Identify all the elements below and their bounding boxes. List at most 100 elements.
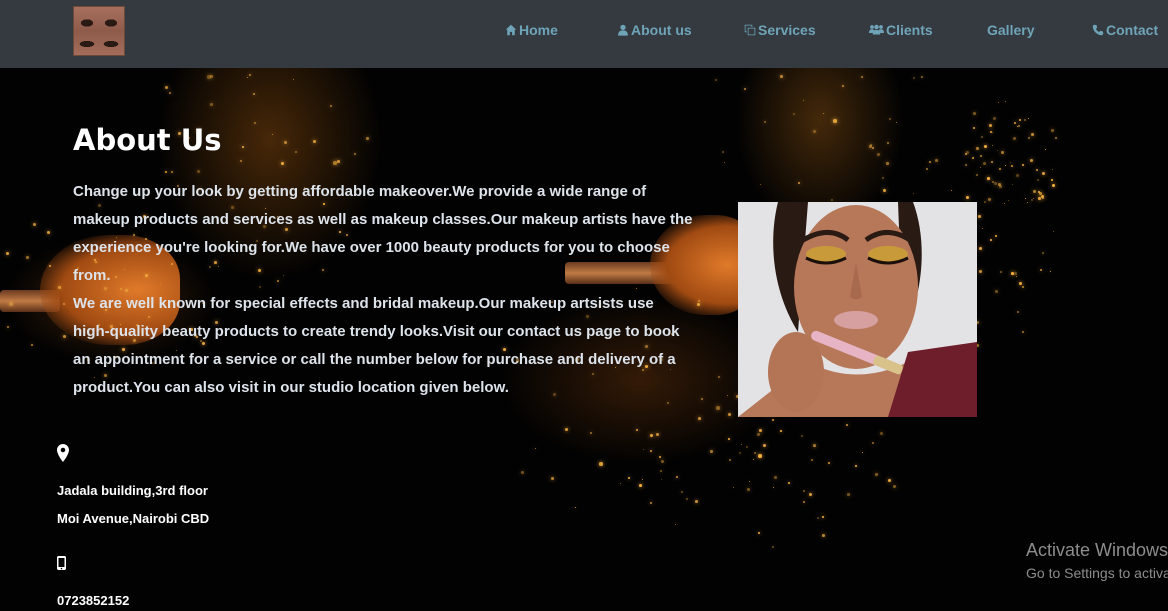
- sparkle-dot: [998, 183, 1001, 186]
- sparkle-dot: [240, 160, 242, 162]
- nav-clients[interactable]: Clients: [869, 22, 933, 38]
- sparkle-dot: [643, 449, 645, 451]
- sparkle-dot: [1017, 311, 1020, 314]
- sparkle-dot: [882, 177, 884, 179]
- sparkle-dot: [728, 438, 730, 440]
- sparkle-dot: [366, 137, 369, 140]
- sparkle-dot: [333, 161, 337, 165]
- sparkle-dot: [739, 452, 742, 455]
- sparkle-dot: [33, 223, 37, 227]
- sparkle-dot: [661, 479, 663, 481]
- sparkle-dot: [929, 161, 932, 164]
- sparkle-dot: [659, 456, 662, 459]
- sparkle-dot: [998, 102, 1000, 104]
- sparkle-dot: [681, 491, 683, 493]
- sparkle-dot: [254, 122, 256, 124]
- sparkle-dot: [889, 118, 891, 120]
- sparkle-dot: [667, 402, 670, 405]
- sparkle-dot: [695, 500, 699, 504]
- nav-about-us-label: About us: [631, 22, 692, 38]
- sparkle-dot: [990, 131, 992, 133]
- activate-windows-subtitle: Go to Settings to activate Windows.: [1026, 565, 1168, 581]
- sparkle-dot: [811, 459, 813, 461]
- sparkle-dot: [741, 444, 743, 446]
- sparkle-dot: [1018, 125, 1021, 128]
- sparkle-dot: [675, 524, 677, 526]
- sparkle-dot: [886, 162, 889, 165]
- model-illustration: [738, 202, 977, 417]
- sparkle-dot: [772, 419, 775, 422]
- sparkle-dot: [354, 153, 356, 155]
- sparkle-dot: [870, 144, 872, 146]
- sparkle-dot: [660, 470, 662, 472]
- nav-contact[interactable]: Contact: [1092, 22, 1158, 38]
- sparkle-dot: [746, 446, 749, 449]
- sparkle-dot: [861, 76, 863, 78]
- sparkle-dot: [803, 490, 805, 492]
- mobile-phone-icon: [57, 556, 66, 575]
- phone-number: 0723852152: [57, 593, 130, 608]
- sparkle-dot: [293, 79, 295, 81]
- sparkle-dot: [650, 502, 652, 504]
- sparkle-dot: [628, 477, 631, 480]
- sparkle-dot: [1037, 179, 1040, 182]
- sparkle-dot: [823, 113, 825, 115]
- sparkle-dot: [337, 160, 340, 163]
- sparkle-dot: [599, 462, 603, 466]
- sparkle-dot: [1036, 169, 1038, 171]
- sparkle-dot: [992, 132, 994, 134]
- about-paragraph-2: We are well known for special effects an…: [73, 295, 680, 396]
- sparkle-dot: [551, 477, 554, 480]
- nav-services[interactable]: Services: [744, 22, 816, 38]
- sparkle-dot: [887, 142, 890, 145]
- sparkle-dot: [809, 493, 812, 496]
- sparkle-dot: [991, 161, 993, 163]
- sparkle-dot: [833, 119, 837, 123]
- sparkle-dot: [993, 117, 996, 120]
- sparkle-dot: [313, 140, 316, 143]
- sparkle-dot: [763, 444, 767, 448]
- sparkle-dot: [63, 303, 65, 305]
- nav-contact-label: Contact: [1106, 22, 1159, 38]
- sparkle-dot: [1031, 199, 1034, 202]
- nav-home[interactable]: Home: [505, 22, 558, 38]
- nav-about-us[interactable]: About us: [617, 22, 692, 38]
- sparkle-dot: [26, 256, 30, 260]
- sparkle-dot: [817, 517, 819, 519]
- sparkle-dot: [727, 395, 729, 397]
- sparkle-dot: [281, 162, 285, 166]
- sparkle-dot: [1016, 174, 1020, 178]
- sparkle-dot: [831, 199, 833, 201]
- sparkle-dot: [1042, 252, 1044, 254]
- sparkle-dot: [973, 112, 976, 115]
- sparkle-dot: [759, 429, 762, 432]
- sparkle-dot: [822, 534, 825, 537]
- sparkle-dot: [979, 270, 982, 273]
- sparkle-dot: [888, 479, 891, 482]
- logo-image[interactable]: [73, 6, 125, 56]
- sparkle-dot: [722, 151, 725, 154]
- sparkle-dot: [990, 239, 992, 241]
- sparkle-dot: [995, 290, 999, 294]
- sparkle-dot: [744, 88, 746, 90]
- sparkle-dot: [855, 465, 857, 467]
- sparkle-dot: [1008, 200, 1010, 202]
- sparkle-dot: [1014, 272, 1017, 275]
- sparkle-dot: [710, 450, 713, 453]
- sparkle-dot: [31, 344, 33, 346]
- sparkle-dot: [921, 76, 923, 78]
- address-line-1: Jadala building,3rd floor: [57, 483, 208, 498]
- sparkle-dot: [872, 442, 875, 445]
- nav-gallery-label: Gallery: [987, 22, 1035, 38]
- sparkle-dot: [295, 151, 297, 153]
- sparkle-dot: [801, 435, 803, 437]
- sparkle-dot: [813, 130, 816, 133]
- sparkle-dot: [1033, 198, 1035, 200]
- nav-gallery[interactable]: Gallery: [987, 22, 1034, 38]
- sparkle-dot: [1042, 172, 1045, 175]
- sparkle-dot: [242, 146, 245, 149]
- sparkle-dot: [981, 136, 984, 139]
- sparkle-dot: [698, 417, 701, 420]
- sparkle-dot: [165, 86, 169, 90]
- sparkle-dot: [565, 428, 568, 431]
